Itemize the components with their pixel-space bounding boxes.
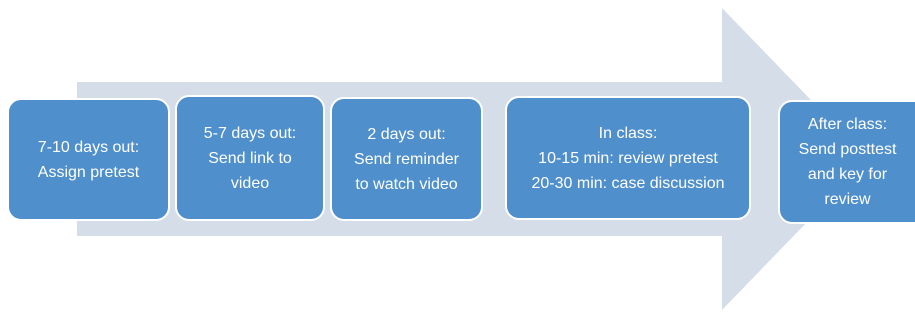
step-3-line-1: 2 days out: (367, 125, 446, 143)
step-4-line-3: 20-30 min: case discussion (531, 174, 725, 192)
step-3-line-2: Send reminder (354, 150, 459, 168)
step-5-line-2: Send posttest (798, 141, 897, 158)
step-5-line-1: After class: (807, 116, 888, 133)
step-2-line-3: video (230, 174, 270, 192)
step-box-4: In class: 10-15 min: review pretest 20-3… (505, 96, 751, 220)
step-box-3: 2 days out: Send reminder to watch video (330, 97, 483, 221)
step-3-line-3: to watch video (355, 175, 458, 193)
step-4-line-2: 10-15 min: review pretest (538, 149, 718, 167)
step-4-line-1: In class: (598, 124, 658, 142)
step-5-line-4: review (824, 191, 871, 208)
step-box-1: 7-10 days out: Assign pretest (7, 98, 170, 221)
step-box-5: After class: Send posttest and key for r… (778, 100, 915, 224)
step-1-line-2: Assign pretest (37, 163, 140, 181)
step-2-line-1: 5-7 days out: (203, 124, 297, 142)
step-5-line-3: and key for (807, 166, 888, 183)
step-1-line-1: 7-10 days out: (37, 138, 140, 156)
step-box-2: 5-7 days out: Send link to video (175, 95, 325, 221)
step-2-line-2: Send link to (208, 149, 292, 167)
process-diagram: 7-10 days out: Assign pretest 5-7 days o… (0, 0, 915, 312)
